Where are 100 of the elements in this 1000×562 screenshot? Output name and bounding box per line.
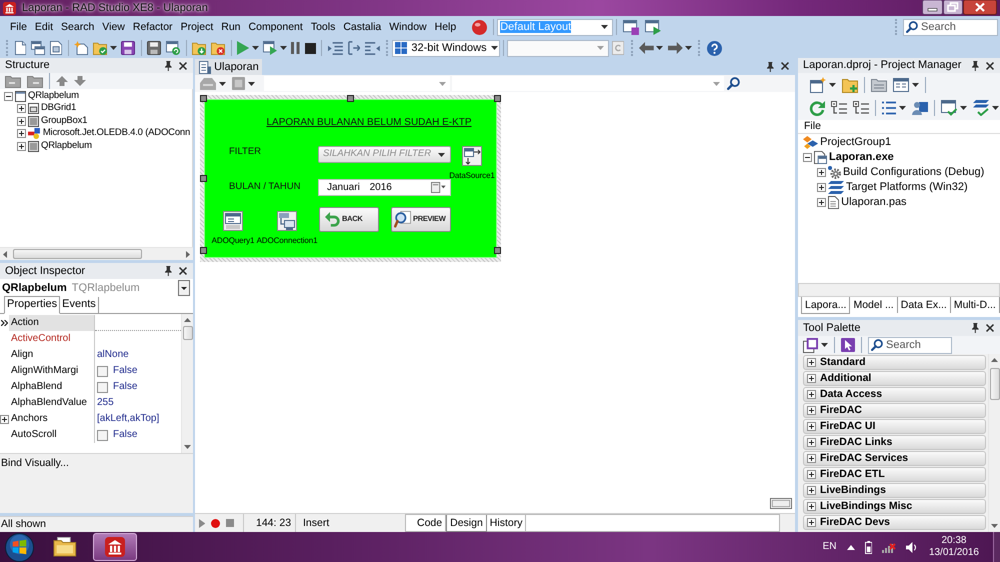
collapse-icon[interactable] [803, 153, 812, 162]
help-icon[interactable] [706, 40, 722, 56]
start-button[interactable] [5, 532, 34, 562]
checkbox[interactable] [97, 430, 108, 440]
category-header[interactable]: FireDAC Devs [803, 515, 986, 530]
checkbox[interactable] [97, 366, 108, 376]
property-row[interactable]: AlphaBlend False [0, 379, 181, 395]
combo-field[interactable] [507, 40, 610, 56]
resize-handle[interactable] [200, 247, 207, 254]
caret-icon[interactable] [110, 46, 117, 50]
expand-icon[interactable] [807, 486, 816, 495]
folder-add-icon[interactable] [192, 41, 206, 55]
tab[interactable]: Multi-D... [950, 297, 1000, 314]
minimize-button[interactable] [922, 0, 943, 15]
pin-icon[interactable] [767, 62, 774, 72]
pin-icon[interactable] [972, 323, 979, 333]
close-icon[interactable] [781, 62, 789, 70]
close-button[interactable] [963, 0, 997, 15]
page-sparkle-icon[interactable] [74, 41, 88, 55]
menu-item[interactable]: View [98, 18, 129, 36]
category-header[interactable]: FireDAC Services [803, 451, 986, 466]
menu-item[interactable]: Search [57, 18, 98, 36]
caret-icon[interactable] [219, 82, 226, 86]
forward-arrow-icon[interactable] [668, 42, 683, 54]
horizontal-scrollbar[interactable] [0, 247, 193, 260]
search-field[interactable]: Search [868, 336, 952, 354]
tree-item[interactable]: Build Configurations (Debug) [817, 165, 984, 180]
dropdown-button[interactable] [178, 280, 190, 296]
expand-icon[interactable] [807, 518, 816, 527]
indent-lines-icon[interactable] [328, 42, 343, 54]
property-row[interactable]: Align alNone [0, 347, 181, 363]
window-lines-icon[interactable] [223, 211, 243, 231]
list-icon[interactable] [882, 101, 896, 115]
platform-combo[interactable]: 32-bit Windows [392, 40, 500, 56]
computer-link-icon[interactable] [277, 211, 297, 231]
tree-item[interactable]: ProjectGroup1 [803, 135, 892, 150]
scrollbar-thumb[interactable] [990, 368, 1000, 400]
bracket-arrow-icon[interactable] [348, 41, 360, 55]
language-indicator[interactable]: EN [822, 541, 837, 553]
folder-icon[interactable] [871, 78, 887, 92]
menu-item[interactable]: Tools [306, 18, 340, 36]
window-check-icon[interactable] [941, 100, 957, 116]
menu-item[interactable]: Component [244, 18, 307, 36]
menu-item[interactable]: Castalia [339, 18, 386, 36]
pause-icon[interactable] [291, 42, 300, 54]
property-row[interactable]: AutoScroll False [0, 427, 181, 443]
scroll-up-icon[interactable] [991, 358, 998, 362]
tree-item[interactable]: DBGrid1 [17, 102, 76, 115]
outdent-lines-icon[interactable] [365, 42, 380, 54]
window-arrows-icon[interactable] [462, 146, 482, 166]
layers-check-icon[interactable] [973, 100, 989, 116]
tree-item[interactable]: GroupBox1 [17, 115, 88, 128]
scroll-up-icon[interactable] [184, 318, 191, 322]
taskbar-button[interactable] [93, 533, 137, 561]
play-icon[interactable] [199, 518, 206, 528]
menu-item[interactable]: Edit [30, 18, 58, 36]
window-sparkle-icon[interactable] [810, 76, 826, 92]
expand-icon[interactable] [807, 470, 816, 479]
tab[interactable]: Lapora... [801, 297, 850, 314]
expand-icon[interactable] [817, 183, 826, 192]
stop-icon[interactable] [304, 42, 316, 54]
speaker-icon[interactable] [906, 542, 917, 552]
show-hidden-icons-icon[interactable] [846, 544, 855, 550]
pin-icon[interactable] [165, 60, 172, 70]
pin-icon[interactable] [972, 60, 979, 70]
folder-icon[interactable] [27, 74, 43, 88]
property-row[interactable]: AlignWithMargi False [0, 363, 181, 379]
collapse-icon[interactable] [4, 92, 13, 101]
expand-icon[interactable] [817, 198, 826, 207]
scrollbar-thumb[interactable] [13, 249, 142, 259]
caret-icon[interactable] [685, 46, 692, 50]
checkbox[interactable] [97, 382, 108, 392]
bind-visually-link[interactable]: Bind Visually... [1, 457, 69, 469]
caret-icon[interactable] [280, 46, 287, 50]
resize-handle[interactable] [347, 95, 354, 102]
caret-icon[interactable] [252, 46, 259, 50]
close-icon[interactable] [179, 62, 187, 70]
vertical-scrollbar[interactable] [181, 314, 193, 453]
property-row[interactable]: AlphaBlendValue 255 [0, 395, 181, 411]
window-refresh-icon[interactable] [166, 41, 180, 55]
show-desktop-button[interactable] [993, 532, 1000, 562]
caret-icon[interactable] [656, 46, 664, 50]
person-icon[interactable] [912, 101, 928, 115]
folder-remove-icon[interactable] [211, 41, 226, 55]
close-icon[interactable] [986, 324, 994, 332]
category-header[interactable]: Data Access [803, 387, 986, 402]
mini-window-icon[interactable] [770, 498, 792, 509]
expand-icon[interactable] [17, 104, 26, 114]
expand-icon[interactable] [807, 422, 816, 431]
tab[interactable]: Events [60, 297, 99, 313]
tree-item[interactable]: Laporan.exe [803, 150, 894, 165]
vertical-scrollbar[interactable] [988, 354, 1000, 532]
expand-icon[interactable] [807, 438, 816, 447]
expand-icon[interactable] [17, 142, 26, 151]
category-header[interactable]: Standard [803, 355, 986, 370]
category-header[interactable]: LiveBindings Misc [803, 499, 986, 514]
scroll-down-icon[interactable] [991, 524, 998, 528]
combo-field[interactable] [264, 76, 450, 91]
tree-item[interactable]: Microsoft.Jet.OLEDB.4.0 (ADOConn [17, 128, 190, 140]
network-icon[interactable] [882, 541, 896, 553]
